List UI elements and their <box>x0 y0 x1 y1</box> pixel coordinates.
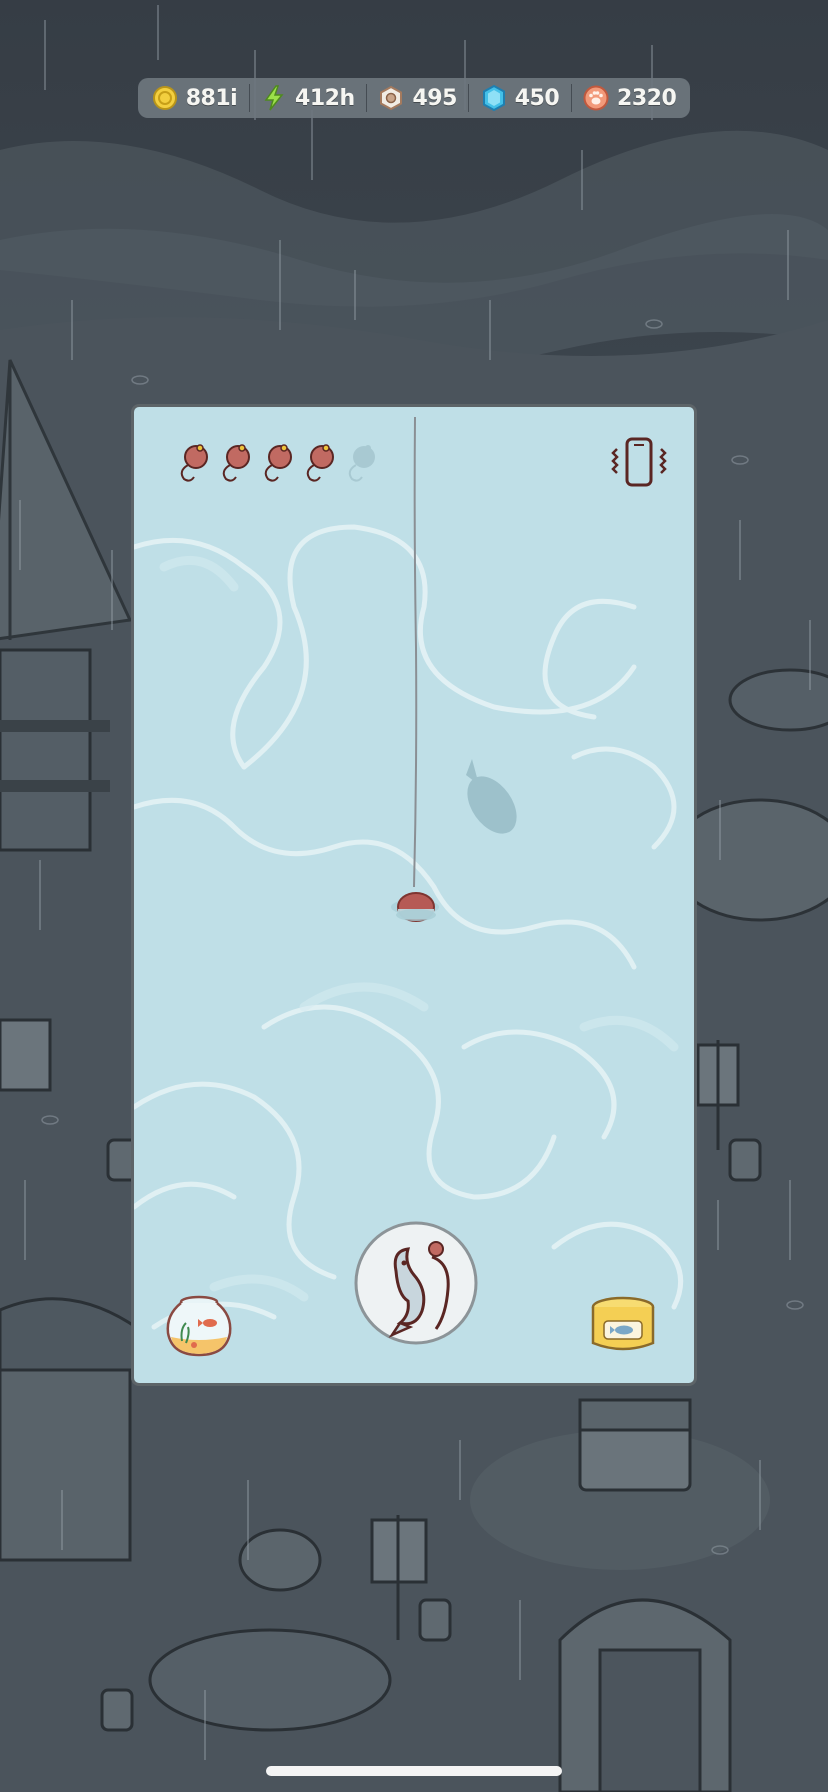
hex-nut-icon <box>380 85 403 111</box>
fish-shadow <box>466 759 517 834</box>
divider <box>468 84 470 112</box>
gems-counter[interactable]: 450 <box>481 85 560 111</box>
fishing-line <box>413 416 418 888</box>
home-indicator[interactable] <box>266 1766 562 1776</box>
reel-fish-icon[interactable] <box>352 1219 480 1347</box>
fishing-panel[interactable] <box>131 404 697 1386</box>
gems-value: 450 <box>514 85 560 111</box>
energy-counter[interactable]: 412h <box>261 85 355 111</box>
divider <box>248 84 250 112</box>
paws-counter[interactable]: 2320 <box>583 85 677 111</box>
empty-bobber-icon <box>348 445 375 482</box>
lightning-icon <box>264 85 284 111</box>
coins-value: 881i <box>185 85 238 111</box>
energy-value: 412h <box>295 85 355 111</box>
nuts-value: 495 <box>412 85 457 111</box>
blue-gem-icon <box>482 85 505 111</box>
paw-token-icon <box>583 85 609 111</box>
phone-vibrate-icon[interactable] <box>608 435 670 491</box>
fishing-bobber-icon <box>306 444 334 482</box>
coin-icon <box>152 86 177 110</box>
nuts-counter[interactable]: 495 <box>378 85 457 111</box>
divider <box>366 84 368 112</box>
fishing-bobber-icon <box>222 444 250 482</box>
paws-value: 2320 <box>617 85 677 111</box>
fishbowl-icon[interactable] <box>164 1293 234 1359</box>
coins-counter[interactable]: 881i <box>152 85 238 111</box>
currency-bar: 881i 412h 495 450 2320 <box>138 78 690 118</box>
bait-indicator <box>170 441 378 485</box>
divider <box>570 84 572 112</box>
fishing-bobber-icon <box>180 444 208 482</box>
fishing-bobber-icon <box>264 444 292 482</box>
bobber <box>396 892 436 922</box>
bait-tin-icon[interactable] <box>590 1295 656 1357</box>
